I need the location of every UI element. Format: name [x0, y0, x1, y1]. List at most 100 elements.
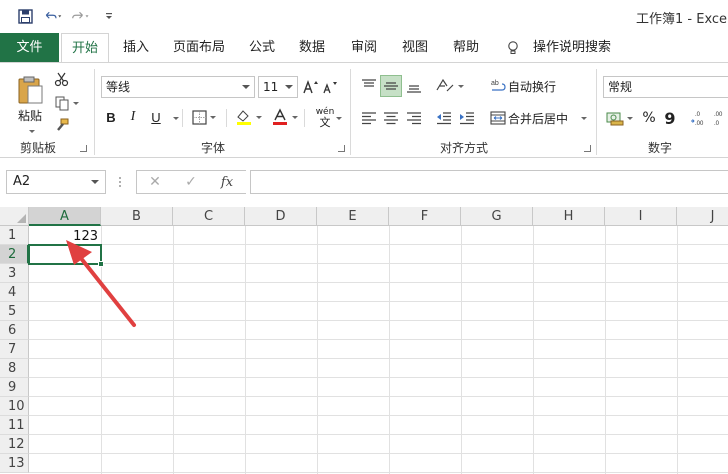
font-color-button[interactable] — [268, 107, 300, 127]
wrap-text-icon-wrap[interactable]: ab — [488, 75, 508, 97]
align-center-button[interactable] — [380, 107, 402, 129]
font-shrink-icon — [323, 82, 337, 94]
insert-function-icon[interactable]: fx — [209, 175, 245, 190]
underline-button[interactable]: U — [146, 107, 166, 127]
clipboard-launcher-icon[interactable] — [80, 145, 87, 152]
font-size-dropdown-icon — [285, 85, 293, 89]
accounting-format-button[interactable] — [604, 107, 634, 129]
paste-dropdown-icon — [28, 130, 35, 133]
align-right-icon — [407, 112, 421, 125]
borders-icon — [192, 109, 207, 125]
tell-me-search[interactable]: 操作说明搜索 — [505, 33, 615, 62]
scissors-icon — [54, 72, 69, 87]
font-name-value: 等线 — [106, 80, 131, 94]
align-right-button[interactable] — [403, 107, 425, 129]
wrap-text-button[interactable]: 自动换行 — [508, 75, 564, 97]
font-size-value: 11 — [263, 80, 279, 94]
copy-icon — [55, 96, 68, 111]
formula-buttons: ✕ ✓ fx — [136, 170, 246, 194]
underline-dropdown-icon[interactable] — [173, 117, 179, 120]
percent-style-button[interactable]: % — [640, 107, 658, 129]
tab-file[interactable]: 文件 — [0, 33, 59, 62]
formula-bar: A2 ✕ ✓ fx — [0, 158, 728, 207]
copy-button[interactable] — [52, 93, 80, 113]
font-divider — [304, 109, 305, 127]
format-painter-button[interactable] — [52, 115, 72, 135]
undo-icon[interactable] — [44, 8, 62, 24]
tab-insert[interactable]: 插入 — [117, 33, 155, 62]
tab-formulas[interactable]: 公式 — [243, 33, 281, 62]
copy-dropdown-icon — [72, 101, 79, 105]
outdent-icon — [437, 112, 451, 125]
text-orientation-icon — [435, 78, 453, 92]
tab-data[interactable]: 数据 — [293, 33, 331, 62]
increase-decimal-button[interactable]: .0 .00 — [690, 107, 712, 129]
formula-bar-resize-handle[interactable] — [118, 174, 122, 190]
font-size-select[interactable]: 11 — [258, 76, 298, 98]
borders-button[interactable] — [189, 107, 219, 127]
increase-indent-button[interactable] — [456, 107, 478, 129]
svg-text:ab: ab — [491, 80, 499, 87]
align-middle-icon — [384, 82, 398, 90]
clipboard-icon — [18, 76, 43, 104]
redo-icon[interactable] — [72, 8, 90, 24]
align-center-icon — [384, 112, 398, 125]
increase-font-size-button[interactable] — [303, 77, 319, 97]
customize-icon[interactable] — [100, 8, 118, 24]
decrease-font-size-button[interactable] — [322, 77, 338, 97]
ribbon-home: 粘贴 剪贴板 等线 11 B I U wén 文 字体 ab 自动换行 合并后居… — [0, 62, 728, 158]
orientation-button[interactable] — [432, 75, 466, 97]
italic-button[interactable]: I — [126, 107, 140, 127]
bottom-align-button[interactable] — [403, 75, 425, 97]
tab-home[interactable]: 开始 — [61, 33, 109, 63]
confirm-entry-icon[interactable]: ✓ — [173, 174, 209, 190]
underline-label: U — [151, 109, 161, 125]
tab-help[interactable]: 帮助 — [447, 33, 485, 62]
tab-review[interactable]: 审阅 — [345, 33, 383, 62]
alignment-group-label: 对齐方式 — [440, 141, 489, 155]
bold-button[interactable]: B — [104, 107, 118, 127]
paste-button[interactable]: 粘贴 — [12, 71, 48, 137]
annotation-arrow — [66, 240, 136, 327]
phonetic-dropdown-icon[interactable] — [336, 117, 342, 120]
number-format-value: 常规 — [608, 80, 633, 94]
svg-text:.0: .0 — [695, 112, 701, 118]
formula-input[interactable] — [250, 170, 728, 194]
number-format-select[interactable]: 常规 — [603, 76, 728, 98]
tab-page-layout[interactable]: 页面布局 — [167, 33, 231, 62]
font-divider — [182, 109, 183, 127]
merge-center-icon — [490, 111, 506, 125]
save-icon[interactable] — [16, 8, 34, 24]
name-box-dropdown-icon — [91, 180, 99, 184]
merge-dropdown-icon[interactable] — [581, 117, 587, 120]
align-bottom-icon — [407, 85, 421, 93]
tab-view[interactable]: 视图 — [396, 33, 434, 62]
cut-button[interactable] — [52, 69, 72, 89]
comma-style-button[interactable]: 9 — [662, 107, 678, 129]
svg-text:.0: .0 — [714, 121, 720, 127]
wrap-text-icon: ab — [491, 80, 506, 91]
alignment-launcher-icon[interactable] — [584, 145, 591, 152]
font-group-label: 字体 — [201, 141, 226, 155]
name-box[interactable]: A2 — [6, 170, 106, 194]
font-launcher-icon[interactable] — [338, 145, 345, 152]
phonetic-bottom-label: 文 — [319, 116, 331, 129]
font-name-dropdown-icon — [242, 85, 250, 89]
align-left-button[interactable] — [358, 107, 380, 129]
worksheet-grid[interactable]: ABCDEFGHIJ 1 2 3 4 5 6 7 8 9 10 11 12 13 123 — [0, 207, 728, 474]
merge-center-button[interactable]: 合并后居中 — [508, 107, 578, 129]
align-left-icon — [362, 112, 376, 125]
fill-color-button[interactable] — [232, 107, 264, 127]
decrease-decimal-button[interactable]: .00 .0 — [712, 107, 728, 129]
font-name-select[interactable]: 等线 — [101, 76, 255, 98]
quick-access-toolbar — [16, 8, 118, 24]
merge-icon-wrap[interactable] — [488, 107, 508, 129]
window-title: 工作簿1 - Excel — [636, 12, 728, 27]
increase-decimal-icon: .0 .00 — [691, 112, 704, 127]
middle-align-button[interactable] — [380, 75, 402, 97]
decrease-indent-button[interactable] — [433, 107, 455, 129]
top-align-button[interactable] — [358, 75, 380, 97]
paintbrush-icon — [57, 118, 69, 131]
ribbon-tabs: 文件 开始 插入 页面布局 公式 数据 审阅 视图 帮助 操作说明搜索 — [0, 33, 728, 63]
cancel-entry-icon[interactable]: ✕ — [137, 174, 173, 190]
